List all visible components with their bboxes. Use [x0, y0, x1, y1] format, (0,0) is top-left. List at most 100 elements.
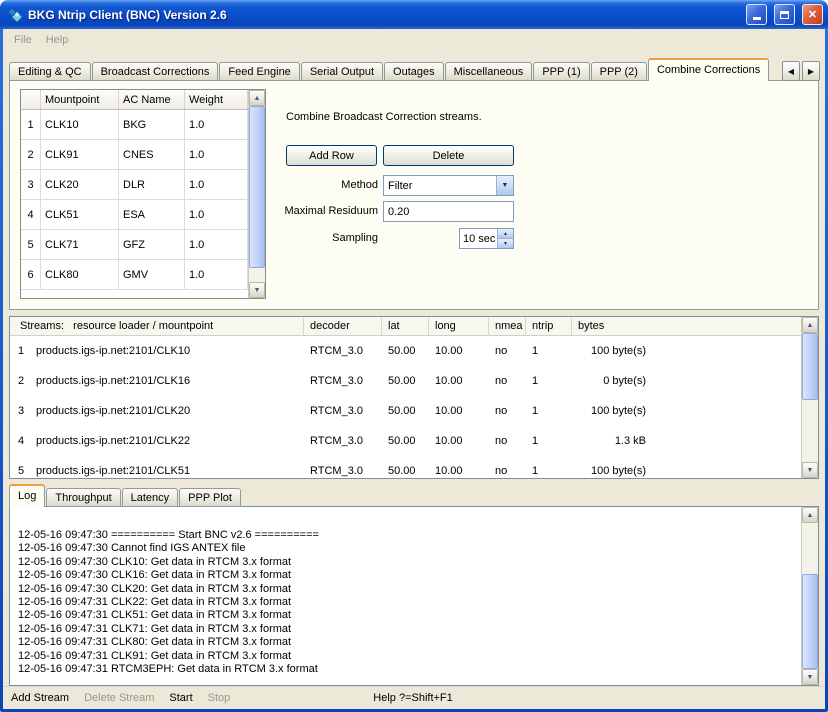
header-lat[interactable]: lat: [382, 317, 429, 335]
stream-row[interactable]: 4 products.igs-ip.net:2101/CLK22 RTCM_3.…: [10, 426, 801, 456]
cell-nmea: no: [489, 405, 526, 417]
cell-weight[interactable]: 1.0: [185, 110, 248, 139]
cell-ac-name[interactable]: CNES: [119, 140, 185, 169]
header-bytes[interactable]: bytes: [572, 317, 646, 335]
tab-serial-output[interactable]: Serial Output: [301, 62, 383, 81]
main-tabbar: Editing & QC Broadcast Corrections Feed …: [9, 59, 775, 81]
tab-log[interactable]: Log: [9, 484, 45, 507]
cell-mountpoint[interactable]: CLK80: [41, 260, 119, 289]
delete-stream-action[interactable]: Delete Stream: [84, 692, 154, 704]
window-title: BKG Ntrip Client (BNC) Version 2.6: [28, 8, 739, 22]
bottom-tabbar: Log Throughput Latency PPP Plot: [9, 487, 242, 507]
header-decoder[interactable]: decoder: [304, 317, 382, 335]
cell-weight[interactable]: 1.0: [185, 140, 248, 169]
header-long[interactable]: long: [429, 317, 489, 335]
maximal-residuum-input[interactable]: [383, 201, 514, 222]
scrollbar-track[interactable]: [802, 523, 818, 669]
tab-editing-qc[interactable]: Editing & QC: [9, 62, 91, 81]
header-nmea[interactable]: nmea: [489, 317, 526, 335]
arrow-up-icon: ▲: [807, 512, 814, 519]
tab-ppp-plot[interactable]: PPP Plot: [179, 488, 241, 507]
cell-mountpoint[interactable]: CLK20: [41, 170, 119, 199]
close-button[interactable]: ✕: [802, 4, 823, 25]
table-row[interactable]: 1 CLK10 BKG 1.0: [21, 110, 248, 140]
cell-mountpoint[interactable]: CLK51: [41, 200, 119, 229]
streams-scrollbar[interactable]: ▲ ▼: [801, 317, 818, 478]
scroll-up-button[interactable]: ▲: [802, 507, 818, 523]
table-row[interactable]: 3 CLK20 DLR 1.0: [21, 170, 248, 200]
tab-scroll-right-button[interactable]: ▶: [802, 61, 820, 81]
tab-feed-engine[interactable]: Feed Engine: [219, 62, 299, 81]
cell-row-number: 4: [21, 200, 41, 229]
dropdown-arrow-icon[interactable]: ▼: [496, 176, 513, 195]
stream-row[interactable]: 1 products.igs-ip.net:2101/CLK10 RTCM_3.…: [10, 336, 801, 366]
arrow-up-icon: ▲: [254, 95, 261, 102]
tab-latency[interactable]: Latency: [122, 488, 179, 507]
cell-ac-name[interactable]: BKG: [119, 110, 185, 139]
combine-corrections-panel: Mountpoint AC Name Weight 1 CLK10 BKG 1.…: [9, 80, 819, 310]
maximal-residuum-label: Maximal Residuum: [228, 201, 378, 222]
cell-ac-name[interactable]: GFZ: [119, 230, 185, 259]
tab-broadcast-corrections[interactable]: Broadcast Corrections: [92, 62, 219, 81]
tab-ppp-1[interactable]: PPP (1): [533, 62, 589, 81]
cell-mountpoint[interactable]: CLK10: [41, 110, 119, 139]
tab-throughput[interactable]: Throughput: [46, 488, 120, 507]
method-dropdown[interactable]: Filter ▼: [383, 175, 514, 196]
stream-row[interactable]: 3 products.igs-ip.net:2101/CLK20 RTCM_3.…: [10, 396, 801, 426]
log-scrollbar[interactable]: ▲ ▼: [801, 507, 818, 685]
log-panel: 12-05-16 09:47:30 ========== Start BNC v…: [9, 506, 819, 686]
arrow-up-icon: ▲: [503, 231, 508, 237]
cell-mountpoint[interactable]: CLK91: [41, 140, 119, 169]
cell-nmea: no: [489, 465, 526, 477]
menu-file[interactable]: File: [7, 32, 39, 48]
cell-row-number: 5: [21, 230, 41, 259]
scrollbar-thumb[interactable]: [802, 574, 818, 669]
tab-ppp-2[interactable]: PPP (2): [591, 62, 647, 81]
tab-outages[interactable]: Outages: [384, 62, 444, 81]
cell-weight[interactable]: 1.0: [185, 260, 248, 289]
header-ntrip[interactable]: ntrip: [526, 317, 572, 335]
cell-ac-name[interactable]: GMV: [119, 260, 185, 289]
header-streams-resource[interactable]: Streams: resource loader / mountpoint: [10, 317, 304, 335]
stream-row[interactable]: 5 products.igs-ip.net:2101/CLK51 RTCM_3.…: [10, 456, 801, 478]
menu-help[interactable]: Help: [39, 32, 76, 48]
scroll-down-button[interactable]: ▼: [802, 669, 818, 685]
arrow-right-icon: ▶: [808, 67, 814, 76]
add-row-button[interactable]: Add Row: [286, 145, 377, 166]
spin-down-button[interactable]: ▼: [498, 238, 513, 248]
cell-mountpoint[interactable]: CLK71: [41, 230, 119, 259]
stream-row[interactable]: 2 products.igs-ip.net:2101/CLK16 RTCM_3.…: [10, 366, 801, 396]
tab-miscellaneous[interactable]: Miscellaneous: [445, 62, 533, 81]
delete-button[interactable]: Delete: [383, 145, 514, 166]
header-weight[interactable]: Weight: [185, 90, 248, 109]
log-line: 12-05-16 09:47:31 CLK80: Get data in RTC…: [18, 636, 797, 649]
add-stream-action[interactable]: Add Stream: [11, 692, 69, 704]
cell-ac-name[interactable]: DLR: [119, 170, 185, 199]
scrollbar-track[interactable]: [802, 333, 818, 462]
table-row[interactable]: 6 CLK80 GMV 1.0: [21, 260, 248, 290]
scroll-down-button[interactable]: ▼: [249, 282, 265, 298]
cell-decoder: RTCM_3.0: [304, 465, 382, 477]
cell-ac-name[interactable]: ESA: [119, 200, 185, 229]
maximize-button[interactable]: [774, 4, 795, 25]
spinner-buttons: ▲ ▼: [497, 229, 513, 248]
table-row[interactable]: 4 CLK51 ESA 1.0: [21, 200, 248, 230]
scroll-up-button[interactable]: ▲: [249, 90, 265, 106]
tab-combine-corrections[interactable]: Combine Corrections: [648, 58, 769, 81]
scrollbar-thumb[interactable]: [802, 333, 818, 400]
sampling-spinner[interactable]: 10 sec ▲ ▼: [459, 228, 514, 249]
header-mountpoint[interactable]: Mountpoint: [41, 90, 119, 109]
scroll-down-button[interactable]: ▼: [802, 462, 818, 478]
start-action[interactable]: Start: [169, 692, 192, 704]
table-row[interactable]: 5 CLK71 GFZ 1.0: [21, 230, 248, 260]
streams-table: Streams: resource loader / mountpoint de…: [9, 316, 819, 479]
tab-scroll-left-button[interactable]: ◀: [782, 61, 800, 81]
minimize-button[interactable]: [746, 4, 767, 25]
cell-lat: 50.00: [382, 405, 429, 417]
log-content[interactable]: 12-05-16 09:47:30 ========== Start BNC v…: [10, 507, 801, 685]
scroll-up-button[interactable]: ▲: [802, 317, 818, 333]
spin-up-button[interactable]: ▲: [498, 229, 513, 238]
table-row[interactable]: 2 CLK91 CNES 1.0: [21, 140, 248, 170]
header-ac-name[interactable]: AC Name: [119, 90, 185, 109]
stop-action[interactable]: Stop: [208, 692, 231, 704]
